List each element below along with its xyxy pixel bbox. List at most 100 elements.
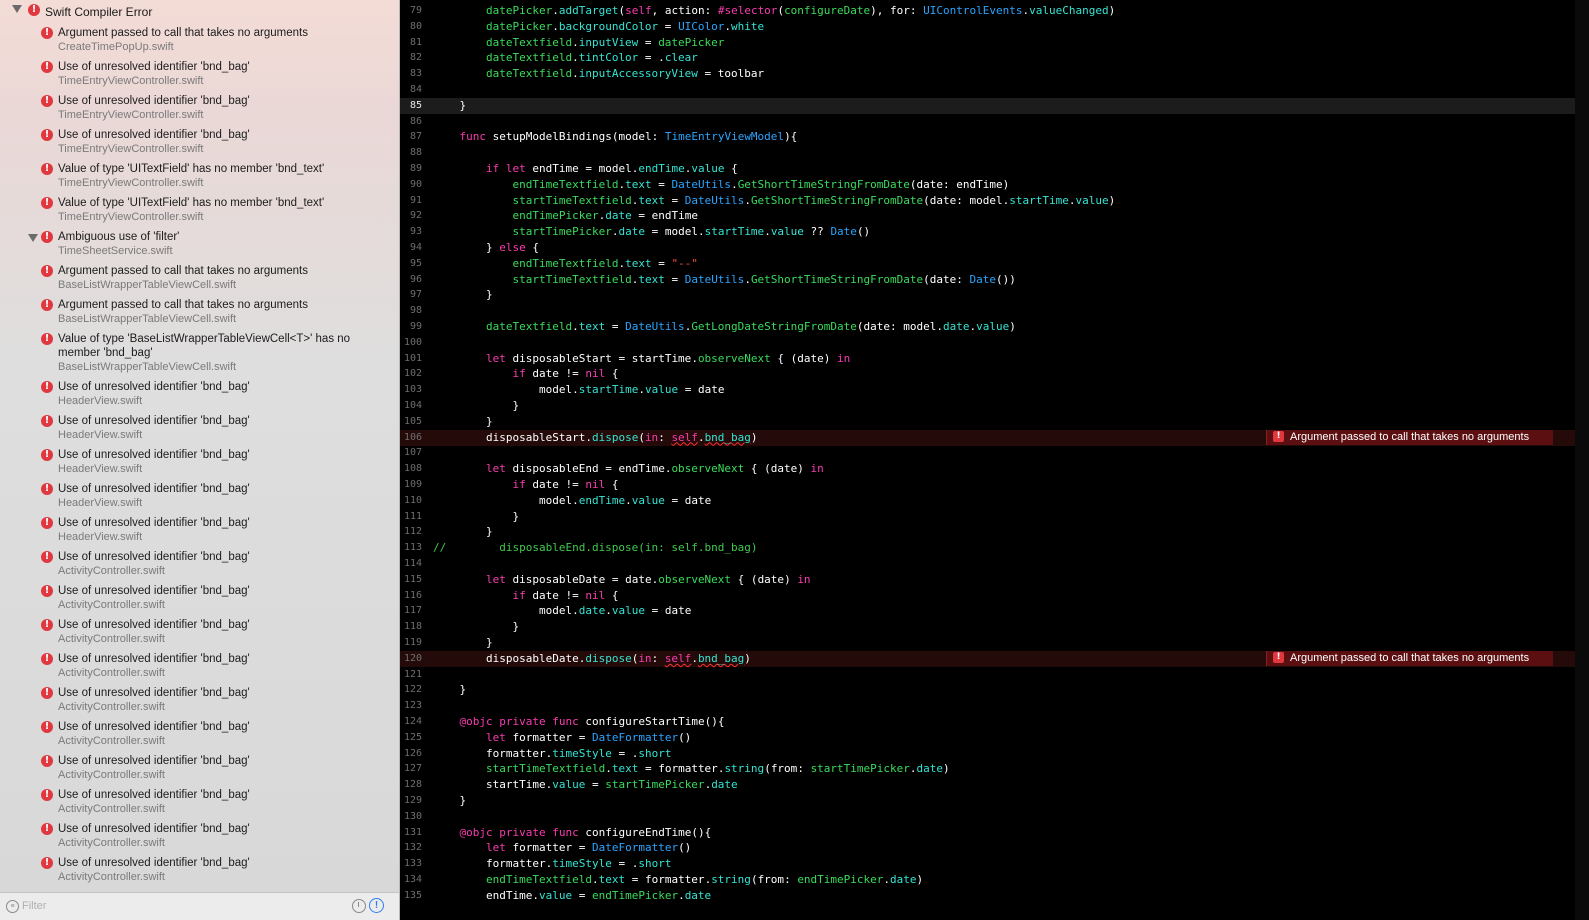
- code-line[interactable]: 88: [400, 145, 1589, 161]
- filter-input[interactable]: [22, 898, 322, 914]
- code-line[interactable]: 107: [400, 445, 1589, 461]
- code-line[interactable]: 131 @objc private func configureEndTime(…: [400, 825, 1589, 841]
- line-number: 82: [409, 52, 422, 64]
- issue-item[interactable]: ! Use of unresolved identifier 'bnd_bag' A…: [0, 718, 399, 752]
- code-line[interactable]: 89 if let endTime = model.endTime.value …: [400, 161, 1589, 177]
- code-line[interactable]: 130: [400, 809, 1589, 825]
- issue-item[interactable]: ! Use of unresolved identifier 'bnd_bag' H…: [0, 378, 399, 412]
- disclosure-triangle-icon[interactable]: [28, 234, 38, 242]
- code-line[interactable]: 109 if date != nil {: [400, 477, 1589, 493]
- issue-item[interactable]: ! Argument passed to call that takes no a…: [0, 24, 399, 58]
- issue-item[interactable]: ! Use of unresolved identifier 'bnd_bag' A…: [0, 548, 399, 582]
- code-line[interactable]: 85 }: [400, 97, 1589, 114]
- code-line[interactable]: 132 let formatter = DateFormatter(): [400, 840, 1589, 856]
- code-line[interactable]: 133 formatter.timeStyle = .short: [400, 856, 1589, 872]
- code-line[interactable]: 134 endTimeTextfield.text = formatter.st…: [400, 872, 1589, 888]
- code-line[interactable]: 90 endTimeTextfield.text = DateUtils.Get…: [400, 177, 1589, 193]
- code-line[interactable]: 82 dateTextfield.tintColor = .clear: [400, 50, 1589, 66]
- code-line[interactable]: 121: [400, 667, 1589, 683]
- code-line[interactable]: 104 }: [400, 398, 1589, 414]
- issue-message: Use of unresolved identifier 'bnd_bag': [58, 129, 250, 141]
- line-number: 123: [403, 700, 422, 712]
- issue-item[interactable]: ! Ambiguous use of 'filter' TimeSheetServi…: [0, 228, 399, 262]
- code-line[interactable]: 92 endTimePicker.date = endTime: [400, 208, 1589, 224]
- issue-item[interactable]: ! Value of type 'UITextField' has no memb…: [0, 194, 399, 228]
- code-line[interactable]: 83 dateTextfield.inputAccessoryView = to…: [400, 66, 1589, 82]
- issue-item[interactable]: ! Use of unresolved identifier 'bnd_bag' A…: [0, 684, 399, 718]
- issue-group-header[interactable]: ! Swift Compiler Error: [0, 0, 399, 24]
- code-line[interactable]: 84: [400, 82, 1589, 98]
- inline-error-annotation[interactable]: ! Argument passed to call that takes no a…: [1266, 429, 1553, 445]
- code-line[interactable]: 80 datePicker.backgroundColor = UIColor.…: [400, 19, 1589, 35]
- code-line[interactable]: 111 }: [400, 509, 1589, 525]
- code-line[interactable]: 127 startTimeTextfield.text = formatter.…: [400, 761, 1589, 777]
- code-line[interactable]: 117 model.date.value = date: [400, 603, 1589, 619]
- show-errors-only-icon[interactable]: !: [369, 898, 384, 913]
- code-line[interactable]: 81 dateTextfield.inputView = datePicker: [400, 35, 1589, 51]
- code-line[interactable]: 119 }: [400, 635, 1589, 651]
- code-line[interactable]: 135 endTime.value = endTimePicker.date: [400, 888, 1589, 904]
- issue-item[interactable]: ! Use of unresolved identifier 'bnd_bag' T…: [0, 58, 399, 92]
- code-line[interactable]: 108 let disposableEnd = endTime.observeN…: [400, 461, 1589, 477]
- code-line[interactable]: 100: [400, 335, 1589, 351]
- code-line[interactable]: 91 startTimeTextfield.text = DateUtils.G…: [400, 193, 1589, 209]
- disclosure-triangle-icon[interactable]: [12, 5, 22, 13]
- code-line[interactable]: 120 disposableDate.dispose(in: self.bnd_…: [400, 650, 1589, 667]
- code-line[interactable]: 87 func setupModelBindings(model: TimeEn…: [400, 129, 1589, 145]
- code-line[interactable]: 99 dateTextfield.text = DateUtils.GetLon…: [400, 319, 1589, 335]
- code-line[interactable]: 93 startTimePicker.date = model.startTim…: [400, 224, 1589, 240]
- code-line[interactable]: 110 model.endTime.value = date: [400, 493, 1589, 509]
- source-editor[interactable]: 79 datePicker.addTarget(self, action: #s…: [400, 0, 1589, 920]
- code-line[interactable]: 112 }: [400, 524, 1589, 540]
- code-line[interactable]: 129 }: [400, 793, 1589, 809]
- issue-item[interactable]: ! Use of unresolved identifier 'bnd_bag' H…: [0, 480, 399, 514]
- code-line[interactable]: 96 startTimeTextfield.text = DateUtils.G…: [400, 272, 1589, 288]
- code-line[interactable]: 98: [400, 303, 1589, 319]
- issue-item[interactable]: ! Use of unresolved identifier 'bnd_bag' H…: [0, 514, 399, 548]
- code-line[interactable]: 95 endTimeTextfield.text = "--": [400, 256, 1589, 272]
- editor-scrollbar[interactable]: [1575, 0, 1589, 920]
- code-line[interactable]: 105 }: [400, 414, 1589, 430]
- code-line[interactable]: 122 }: [400, 682, 1589, 698]
- code-line[interactable]: 124 @objc private func configureStartTim…: [400, 714, 1589, 730]
- code-line[interactable]: 86: [400, 114, 1589, 130]
- issue-item[interactable]: ! Use of unresolved identifier 'bnd_bag' A…: [0, 786, 399, 820]
- code-line[interactable]: 101 let disposableStart = startTime.obse…: [400, 351, 1589, 367]
- code-line[interactable]: 115 let disposableDate = date.observeNex…: [400, 572, 1589, 588]
- issue-item[interactable]: ! Use of unresolved identifier 'bnd_bag' H…: [0, 446, 399, 480]
- line-number: 105: [403, 415, 422, 427]
- code-line[interactable]: 103 model.startTime.value = date: [400, 382, 1589, 398]
- issue-item[interactable]: ! Use of unresolved identifier 'bnd_bag' T…: [0, 92, 399, 126]
- issue-item[interactable]: ! Use of unresolved identifier 'bnd_bag' A…: [0, 820, 399, 854]
- code-text: @objc private func configureEndTime(){: [459, 825, 712, 839]
- issue-message: Value of type 'UITextField' has no membe…: [58, 197, 325, 209]
- code-line[interactable]: 118 }: [400, 619, 1589, 635]
- issue-item[interactable]: ! Argument passed to call that takes no a…: [0, 296, 399, 330]
- code-line[interactable]: 102 if date != nil {: [400, 366, 1589, 382]
- code-line[interactable]: 106 disposableStart.dispose(in: self.bnd…: [400, 429, 1589, 446]
- issue-item[interactable]: ! Use of unresolved identifier 'bnd_bag' A…: [0, 582, 399, 616]
- recent-clock-icon[interactable]: [352, 899, 366, 913]
- code-line[interactable]: 97 }: [400, 287, 1589, 303]
- code-line[interactable]: 116 if date != nil {: [400, 588, 1589, 604]
- code-line[interactable]: 114: [400, 556, 1589, 572]
- issue-item[interactable]: ! Use of unresolved identifier 'bnd_bag' A…: [0, 752, 399, 786]
- code-line[interactable]: 79 datePicker.addTarget(self, action: #s…: [400, 3, 1589, 19]
- code-line[interactable]: 123: [400, 698, 1589, 714]
- issue-list[interactable]: ! Swift Compiler Error ! Argument passed …: [0, 0, 399, 892]
- code-line[interactable]: 125 let formatter = DateFormatter(): [400, 730, 1589, 746]
- issue-item[interactable]: ! Use of unresolved identifier 'bnd_bag' A…: [0, 616, 399, 650]
- issue-item[interactable]: ! Argument passed to call that takes no a…: [0, 262, 399, 296]
- code-line[interactable]: 94 } else {: [400, 240, 1589, 256]
- code-line[interactable]: 126 formatter.timeStyle = .short: [400, 746, 1589, 762]
- issue-item[interactable]: ! Use of unresolved identifier 'bnd_bag' T…: [0, 126, 399, 160]
- inline-error-annotation[interactable]: ! Argument passed to call that takes no a…: [1266, 650, 1553, 666]
- issue-item[interactable]: ! Value of type 'BaseListWrapperTableView…: [0, 330, 399, 378]
- issue-item[interactable]: ! Use of unresolved identifier 'bnd_bag' A…: [0, 650, 399, 684]
- issue-item[interactable]: ! Use of unresolved identifier 'bnd_bag' H…: [0, 412, 399, 446]
- issue-item[interactable]: ! Use of unresolved identifier 'bnd_bag' A…: [0, 854, 399, 888]
- issue-item[interactable]: ! Value of type 'UITextField' has no memb…: [0, 160, 399, 194]
- line-number: 81: [409, 36, 422, 48]
- code-line[interactable]: 113 // disposableEnd.dispose(in: self.bnd…: [400, 540, 1589, 556]
- code-line[interactable]: 128 startTime.value = startTimePicker.da…: [400, 777, 1589, 793]
